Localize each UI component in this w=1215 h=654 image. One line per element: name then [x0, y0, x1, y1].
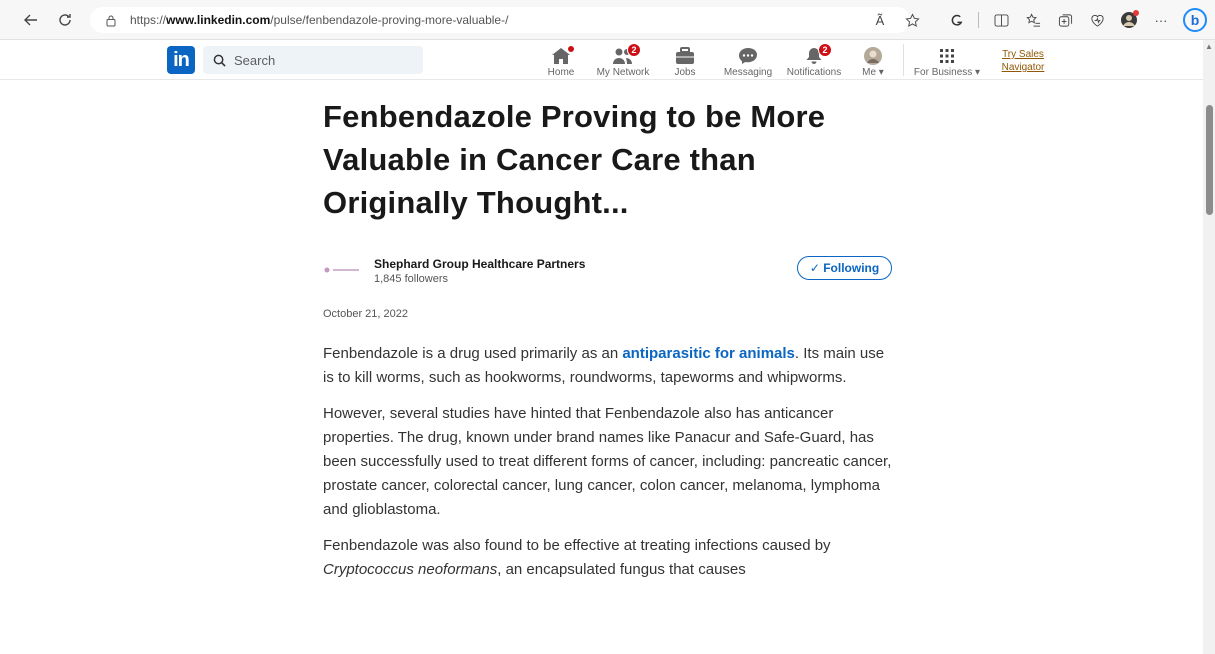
back-button[interactable] — [20, 9, 42, 31]
my-network-badge: 2 — [627, 43, 641, 57]
paragraph-1-text: Fenbendazole is a drug used primarily as… — [323, 345, 623, 362]
paragraph-3-italic: Cryptococcus neoformans — [323, 561, 498, 578]
messaging-icon — [736, 45, 760, 67]
scroll-up-icon[interactable]: ▲ — [1205, 43, 1213, 51]
browser-actions: Ã ··· b — [870, 6, 1207, 34]
page-scrollbar[interactable]: ▲ — [1203, 40, 1215, 654]
following-button[interactable]: ✓ Following — [797, 256, 892, 280]
linkedin-header: in Home 2 My Network Jobs Messaging 2 — [0, 40, 1215, 80]
profile-avatar-icon[interactable] — [1119, 10, 1139, 30]
paragraph-3: Fenbendazole was also found to be effect… — [323, 534, 893, 582]
article-body: Fenbendazole is a drug used primarily as… — [313, 342, 893, 582]
arrow-left-icon — [24, 14, 37, 26]
avatar — [861, 45, 885, 67]
home-icon — [549, 44, 576, 67]
search-box[interactable] — [203, 46, 423, 74]
antiparasitic-link[interactable]: antiparasitic for animals — [622, 345, 795, 362]
nav-me[interactable]: Me ▾ — [857, 42, 889, 78]
extensions-icon[interactable] — [946, 10, 966, 30]
bing-chat-icon[interactable]: b — [1183, 8, 1207, 32]
paragraph-1: Fenbendazole is a drug used primarily as… — [323, 342, 893, 390]
article: Fenbendazole Proving to be More Valuable… — [313, 95, 893, 594]
nav-for-business-label: For Business ▾ — [913, 67, 981, 78]
search-icon — [213, 54, 226, 67]
toolbar-separator — [978, 12, 979, 28]
bell-icon: 2 — [802, 43, 832, 67]
read-aloud-icon[interactable]: Ã — [870, 10, 890, 30]
url-prefix: https:// — [130, 13, 167, 27]
refresh-button[interactable] — [54, 9, 76, 31]
favorites-list-icon[interactable] — [1023, 10, 1043, 30]
url-path: /pulse/fenbendazole-proving-more-valuabl… — [270, 13, 509, 27]
grid-icon — [935, 45, 959, 67]
nav-me-label: Me ▾ — [862, 67, 884, 78]
author-logo[interactable] — [323, 263, 361, 277]
paragraph-2: However, several studies have hinted tha… — [323, 405, 892, 518]
lock-icon — [104, 13, 118, 27]
notifications-badge: 2 — [818, 43, 832, 57]
nav-my-network[interactable]: 2 My Network — [594, 42, 652, 78]
linkedin-logo[interactable]: in — [167, 46, 195, 74]
paragraph-3-text: Fenbendazole was also found to be effect… — [323, 537, 831, 554]
collections-icon[interactable] — [1055, 10, 1075, 30]
profile-notification-dot — [1133, 10, 1139, 16]
url-host: www.linkedin.com — [166, 13, 271, 27]
article-title: Fenbendazole Proving to be More Valuable… — [323, 99, 826, 220]
browser-essentials-icon[interactable] — [1087, 10, 1107, 30]
address-bar[interactable]: https://www.linkedin.com/pulse/fenbendaz… — [90, 7, 910, 33]
search-input[interactable] — [234, 52, 414, 68]
browser-toolbar: https://www.linkedin.com/pulse/fenbendaz… — [0, 0, 1215, 40]
my-network-icon: 2 — [611, 43, 641, 67]
author-name[interactable]: Shephard Group Healthcare Partners — [374, 257, 585, 271]
nav-for-business[interactable]: For Business ▾ — [913, 42, 981, 78]
nav-home-label: Home — [547, 67, 575, 78]
nav-my-network-label: My Network — [596, 67, 650, 78]
nav-jobs-label: Jobs — [674, 67, 696, 78]
nav-notifications-label: Notifications — [786, 67, 842, 78]
favorite-star-icon[interactable] — [902, 10, 922, 30]
split-screen-icon[interactable] — [991, 10, 1011, 30]
author-followers: 1,845 followers — [374, 273, 448, 285]
more-icon[interactable]: ··· — [1151, 10, 1171, 30]
scrollbar-thumb[interactable] — [1206, 105, 1213, 215]
nav-divider — [903, 44, 904, 76]
paragraph-3-text-end: , an encapsulated fungus that causes — [497, 561, 746, 578]
nav-notifications[interactable]: 2 Notifications — [784, 42, 844, 78]
nav-messaging[interactable]: Messaging — [720, 42, 776, 78]
nav-jobs[interactable]: Jobs — [665, 42, 705, 78]
author-row: Shephard Group Healthcare Partners 1,845… — [313, 256, 893, 290]
briefcase-icon — [673, 45, 697, 67]
nav-messaging-label: Messaging — [723, 67, 773, 78]
try-sales-navigator-link[interactable]: Try Sales Navigator — [993, 48, 1053, 74]
home-notification-dot — [566, 44, 576, 54]
nav-home[interactable]: Home — [541, 42, 581, 78]
refresh-icon — [59, 14, 71, 26]
article-date: October 21, 2022 — [323, 308, 409, 320]
